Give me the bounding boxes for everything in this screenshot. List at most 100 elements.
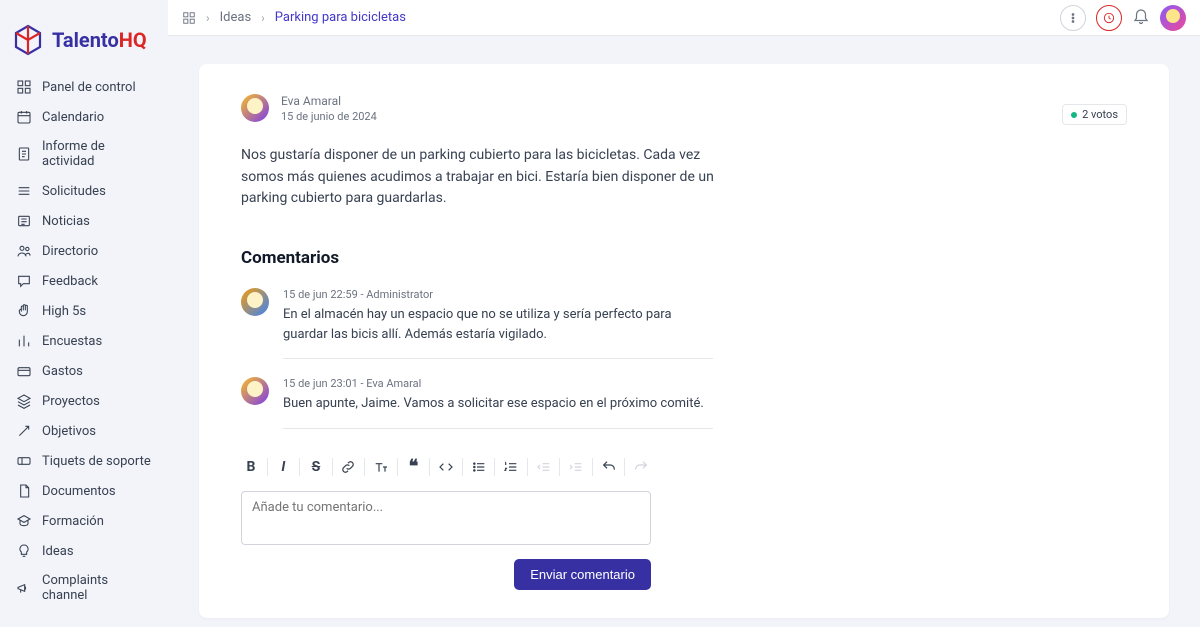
nav-label: High 5s xyxy=(42,304,86,319)
nav-noticias[interactable]: Noticias xyxy=(6,206,162,236)
nav-encuestas[interactable]: Encuestas xyxy=(6,326,162,356)
nav-tiquets[interactable]: Tiquets de soporte xyxy=(6,446,162,476)
indent-icon xyxy=(568,459,584,475)
ulist-button[interactable] xyxy=(469,453,489,481)
megaphone-icon xyxy=(16,580,32,596)
bold-button[interactable]: B xyxy=(241,453,261,481)
nav-informe[interactable]: Informe de actividad xyxy=(6,132,162,176)
italic-button[interactable]: I xyxy=(274,453,294,481)
separator xyxy=(364,458,365,476)
comment-text: Buen apunte, Jaime. Vamos a solicitar es… xyxy=(283,394,713,414)
nav-label: Informe de actividad xyxy=(42,139,152,169)
separator xyxy=(299,458,300,476)
post-header: Eva Amaral 15 de junio de 2024 2 votos xyxy=(241,94,1127,123)
separator xyxy=(527,458,528,476)
apps-icon[interactable] xyxy=(182,11,196,25)
notifications-button[interactable] xyxy=(1132,7,1150,29)
heading-button[interactable] xyxy=(371,453,391,481)
nav-label: Directorio xyxy=(42,244,98,259)
nav-panel-de-control[interactable]: Panel de control xyxy=(6,72,162,102)
topbar: › Ideas › Parking para bicicletas xyxy=(168,0,1200,36)
breadcrumb-section[interactable]: Ideas xyxy=(220,10,252,25)
projects-icon xyxy=(16,393,32,409)
clock-icon xyxy=(1102,11,1116,25)
submit-comment-button[interactable]: Enviar comentario xyxy=(514,559,651,590)
nav-label: Solicitudes xyxy=(42,184,106,199)
status-dot-icon xyxy=(1071,112,1077,118)
nav-formacion[interactable]: Formación xyxy=(6,506,162,536)
code-icon xyxy=(438,459,454,475)
breadcrumb: › Ideas › Parking para bicicletas xyxy=(182,10,406,25)
code-button[interactable] xyxy=(436,453,456,481)
strike-button[interactable]: S xyxy=(306,453,326,481)
post-author: Eva Amaral xyxy=(281,94,377,108)
outdent-button xyxy=(534,453,554,481)
post-body: Nos gustaría disponer de un parking cubi… xyxy=(241,145,721,210)
submit-row: Enviar comentario xyxy=(241,559,651,590)
list-bullet-icon xyxy=(471,459,487,475)
content: Eva Amaral 15 de junio de 2024 2 votos N… xyxy=(168,36,1200,627)
post-date: 15 de junio de 2024 xyxy=(281,110,377,123)
more-menu-button[interactable] xyxy=(1060,5,1086,31)
news-icon xyxy=(16,213,32,229)
nav-label: Objetivos xyxy=(42,424,96,439)
comment-text: En el almacén hay un espacio que no se u… xyxy=(283,305,713,344)
idea-card: Eva Amaral 15 de junio de 2024 2 votos N… xyxy=(199,64,1169,618)
nav-solicitudes[interactable]: Solicitudes xyxy=(6,176,162,206)
tickets-icon xyxy=(16,453,32,469)
nav-calendario[interactable]: Calendario xyxy=(6,102,162,132)
chevron-right-icon: › xyxy=(206,11,210,25)
vote-badge[interactable]: 2 votos xyxy=(1062,104,1127,125)
nav-label: Complaints channel xyxy=(42,573,152,603)
separator xyxy=(397,458,398,476)
nav-label: Noticias xyxy=(42,214,90,229)
directory-icon xyxy=(16,243,32,259)
nav-label: Tiquets de soporte xyxy=(42,454,151,469)
indent-button xyxy=(566,453,586,481)
nav-label: Proyectos xyxy=(42,394,100,409)
nav-gastos[interactable]: Gastos xyxy=(6,356,162,386)
editor-toolbar: B I S ❝ xyxy=(241,449,651,485)
nav-label: Feedback xyxy=(42,274,98,289)
nav-complaints[interactable]: Complaints channel xyxy=(6,566,162,610)
author-avatar xyxy=(241,94,269,122)
undo-button[interactable] xyxy=(599,453,619,481)
calendar-icon xyxy=(16,109,32,125)
nav-documentos[interactable]: Documentos xyxy=(6,476,162,506)
link-button[interactable] xyxy=(339,453,359,481)
comments-heading: Comentarios xyxy=(241,248,1127,268)
nav-objetivos[interactable]: Objetivos xyxy=(6,416,162,446)
redo-button xyxy=(631,453,651,481)
nav-ideas[interactable]: Ideas xyxy=(6,536,162,566)
bell-icon xyxy=(1132,7,1150,25)
hand-icon xyxy=(16,303,32,319)
nav: Panel de control Calendario Informe de a… xyxy=(0,72,168,610)
ideas-icon xyxy=(16,543,32,559)
comment-input[interactable] xyxy=(241,491,651,545)
surveys-icon xyxy=(16,333,32,349)
vote-count: 2 votos xyxy=(1082,108,1118,121)
post-meta: Eva Amaral 15 de junio de 2024 xyxy=(281,94,377,123)
breadcrumb-title: Parking para bicicletas xyxy=(275,10,406,25)
topbar-actions xyxy=(1060,5,1186,31)
user-avatar[interactable] xyxy=(1160,5,1186,31)
olist-button[interactable] xyxy=(501,453,521,481)
nav-feedback[interactable]: Feedback xyxy=(6,266,162,296)
undo-icon xyxy=(601,459,617,475)
quote-button[interactable]: ❝ xyxy=(404,453,424,481)
nav-directorio[interactable]: Directorio xyxy=(6,236,162,266)
separator xyxy=(559,458,560,476)
nav-label: Formación xyxy=(42,514,104,529)
comment-meta: 15 de jun 22:59 - Administrator xyxy=(283,288,713,301)
documents-icon xyxy=(16,483,32,499)
redo-icon xyxy=(633,459,649,475)
feedback-icon xyxy=(16,273,32,289)
nav-high5s[interactable]: High 5s xyxy=(6,296,162,326)
main: › Ideas › Parking para bicicletas Eva Am… xyxy=(168,0,1200,627)
nav-label: Panel de control xyxy=(42,80,136,95)
logo[interactable]: TalentoHQ xyxy=(0,0,168,72)
outdent-icon xyxy=(536,459,552,475)
clock-alert-button[interactable] xyxy=(1096,5,1122,31)
nav-proyectos[interactable]: Proyectos xyxy=(6,386,162,416)
objectives-icon xyxy=(16,423,32,439)
